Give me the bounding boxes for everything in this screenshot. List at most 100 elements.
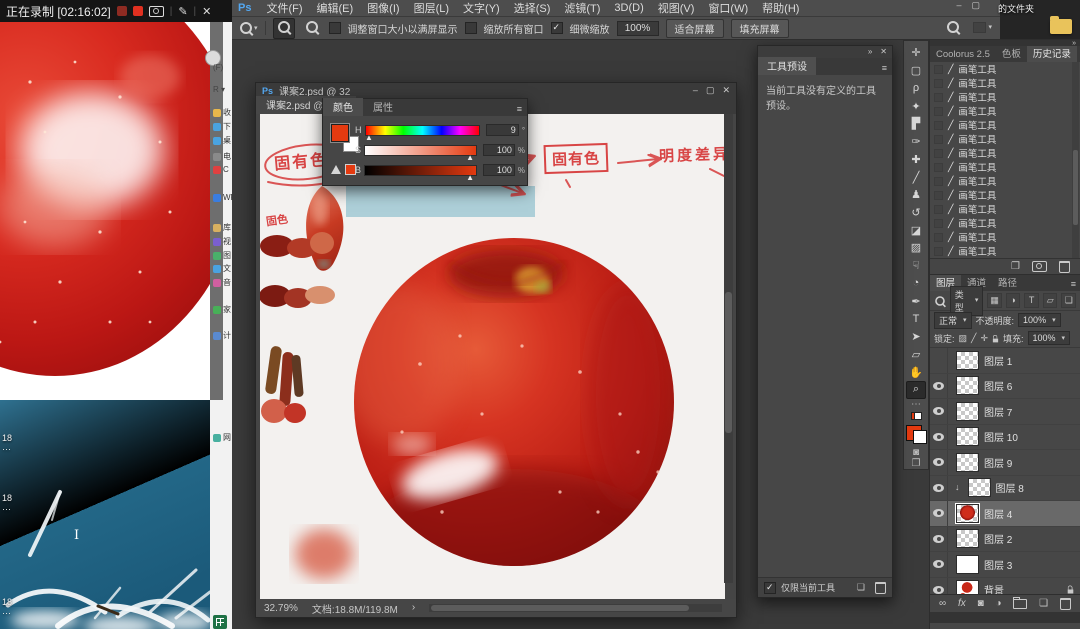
add-mask-icon[interactable] bbox=[978, 599, 984, 609]
pause-icon[interactable] bbox=[117, 6, 127, 16]
screen-mode-icon[interactable] bbox=[906, 459, 926, 469]
history-step[interactable]: 画笔工具 bbox=[930, 146, 1080, 160]
zoom-level[interactable]: 32.79% bbox=[264, 603, 298, 614]
zoom-tool-icon[interactable] bbox=[240, 22, 258, 34]
delete-state-icon[interactable] bbox=[1059, 261, 1070, 273]
visibility-toggle[interactable] bbox=[930, 425, 948, 450]
new-preset-icon[interactable] bbox=[857, 583, 865, 592]
explorer-item[interactable]: 视 bbox=[213, 236, 231, 247]
layer-row[interactable]: 图层 1 bbox=[930, 348, 1080, 374]
history-step[interactable]: 画笔工具 bbox=[930, 132, 1080, 146]
visibility-toggle[interactable] bbox=[930, 552, 948, 577]
slider-bar[interactable] bbox=[365, 125, 480, 136]
history-step[interactable]: 画笔工具 bbox=[930, 90, 1080, 104]
visibility-toggle[interactable] bbox=[930, 501, 948, 526]
layer-thumbnail[interactable] bbox=[956, 376, 979, 395]
layer-thumbnail[interactable] bbox=[956, 351, 979, 370]
panel-menu-icon[interactable] bbox=[1067, 280, 1080, 291]
explorer-item[interactable]: 音 bbox=[213, 277, 231, 288]
layer-thumbnail[interactable] bbox=[956, 555, 979, 574]
layer-row[interactable]: 图层 4 bbox=[930, 501, 1080, 527]
explorer-item[interactable]: 电 bbox=[213, 151, 231, 162]
brush-tool[interactable]: ╱ bbox=[906, 168, 926, 186]
history-step[interactable]: 画笔工具 bbox=[930, 76, 1080, 90]
explorer-item[interactable]: 计 bbox=[213, 330, 231, 341]
tab-color[interactable]: 颜色 bbox=[323, 98, 363, 116]
collapse-panel-icon[interactable] bbox=[868, 48, 872, 56]
history-source-checkbox[interactable] bbox=[934, 205, 943, 214]
history-step[interactable]: 画笔工具 bbox=[930, 216, 1080, 230]
history-step[interactable]: 画笔工具 bbox=[930, 118, 1080, 132]
excel-file-icon[interactable] bbox=[213, 615, 227, 629]
horizontal-scrollbar[interactable] bbox=[429, 604, 722, 612]
menu-item[interactable]: 3D(D) bbox=[607, 2, 650, 14]
menu-item[interactable]: 视图(V) bbox=[651, 0, 702, 16]
history-scrollbar[interactable] bbox=[1072, 62, 1079, 258]
vertical-scrollbar[interactable] bbox=[724, 114, 733, 583]
new-snapshot-icon[interactable] bbox=[1032, 261, 1047, 272]
history-source-checkbox[interactable] bbox=[934, 65, 943, 74]
zoom-tool[interactable]: ⌕ bbox=[906, 381, 926, 399]
history-source-checkbox[interactable] bbox=[934, 149, 943, 158]
history-step[interactable]: 画笔工具 bbox=[930, 104, 1080, 118]
panel-tab[interactable]: 色板 bbox=[996, 46, 1027, 62]
maximize-icon[interactable] bbox=[971, 1, 980, 10]
pen-tool[interactable]: ✒ bbox=[906, 292, 926, 310]
fit-screen-button[interactable]: 适合屏幕 bbox=[666, 19, 724, 38]
menu-item[interactable]: 图层(L) bbox=[407, 0, 456, 16]
history-source-checkbox[interactable] bbox=[934, 191, 943, 200]
visibility-toggle[interactable] bbox=[930, 374, 948, 399]
visibility-toggle[interactable] bbox=[930, 399, 948, 424]
history-source-checkbox[interactable] bbox=[934, 135, 943, 144]
menu-item[interactable]: 选择(S) bbox=[507, 0, 558, 16]
layer-thumbnail[interactable] bbox=[956, 580, 979, 594]
camera-icon[interactable] bbox=[149, 6, 164, 17]
eyedropper-tool[interactable]: ✑ bbox=[906, 133, 926, 151]
layer-row[interactable]: 图层 6 bbox=[930, 374, 1080, 400]
layer-row[interactable]: 图层 9 bbox=[930, 450, 1080, 476]
new-document-from-state-icon[interactable] bbox=[1011, 262, 1020, 272]
explorer-item[interactable]: 家 bbox=[213, 304, 231, 315]
layer-row[interactable]: 图层 10 bbox=[930, 425, 1080, 451]
default-colors-icon[interactable] bbox=[911, 412, 922, 420]
slider-marker-icon[interactable] bbox=[365, 133, 373, 142]
visibility-toggle[interactable] bbox=[930, 578, 948, 595]
slider-bar[interactable] bbox=[364, 165, 476, 176]
quick-mask-icon[interactable] bbox=[906, 448, 926, 458]
layer-thumbnail[interactable] bbox=[956, 453, 979, 472]
menu-item[interactable]: 文字(Y) bbox=[456, 0, 507, 16]
tab-tool-presets[interactable]: 工具预设 bbox=[758, 57, 816, 75]
close-panel-icon[interactable] bbox=[880, 48, 887, 56]
layer-row[interactable]: 图层 2 bbox=[930, 527, 1080, 553]
move-tool[interactable]: ✛ bbox=[906, 44, 926, 62]
lock-position-icon[interactable] bbox=[980, 334, 988, 343]
tab-properties[interactable]: 属性 bbox=[363, 98, 403, 116]
panel-menu-icon[interactable] bbox=[877, 64, 892, 75]
search-icon[interactable] bbox=[947, 21, 959, 33]
pencil-icon[interactable] bbox=[178, 2, 187, 20]
smudge-tool[interactable]: ☟ bbox=[906, 257, 926, 275]
link-layers-icon[interactable] bbox=[939, 599, 946, 609]
doc-maximize-icon[interactable] bbox=[706, 86, 715, 95]
history-brush-tool[interactable]: ↺ bbox=[906, 204, 926, 222]
slider-value-field[interactable]: 100 bbox=[483, 164, 515, 176]
path-selection-tool[interactable]: ➤ bbox=[906, 328, 926, 346]
workspace-switcher-icon[interactable] bbox=[973, 22, 992, 33]
lock-all-icon[interactable] bbox=[993, 338, 998, 342]
opacity-dropdown[interactable]: 100% bbox=[1018, 313, 1061, 327]
history-source-checkbox[interactable] bbox=[934, 107, 943, 116]
history-source-checkbox[interactable] bbox=[934, 93, 943, 102]
explorer-item[interactable]: 桌 bbox=[213, 135, 231, 146]
gradient-tool[interactable]: ▨ bbox=[906, 239, 926, 257]
type-tool[interactable]: T bbox=[906, 310, 926, 328]
close-icon[interactable] bbox=[202, 3, 211, 19]
minimize-icon[interactable] bbox=[956, 1, 961, 10]
panel-tab[interactable]: Coolorus 2.5 bbox=[930, 48, 996, 62]
healing-brush-tool[interactable]: ✚ bbox=[906, 150, 926, 168]
history-source-checkbox[interactable] bbox=[934, 219, 943, 228]
fill-screen-button[interactable]: 填充屏幕 bbox=[731, 19, 789, 38]
history-step[interactable]: 画笔工具 bbox=[930, 202, 1080, 216]
zoom-in-button[interactable] bbox=[273, 18, 295, 39]
history-source-checkbox[interactable] bbox=[934, 247, 943, 256]
new-group-icon[interactable] bbox=[1013, 599, 1027, 609]
